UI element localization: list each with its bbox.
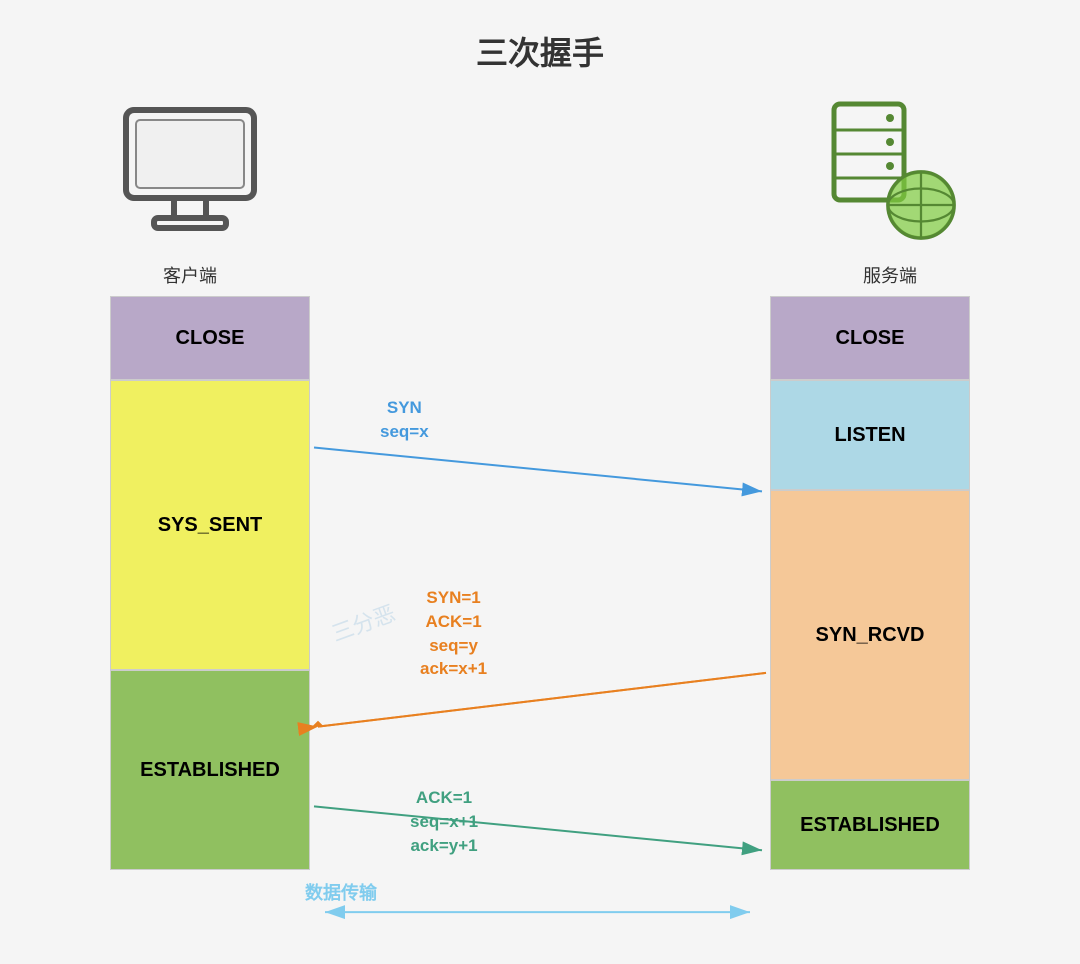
- main-container: 三次握手 客户端: [0, 0, 1080, 964]
- client-established-block: ESTABLISHED: [110, 670, 310, 870]
- server-established-block: ESTABLISHED: [770, 780, 970, 870]
- client-close-block: CLOSE: [110, 296, 310, 380]
- server-close-block: CLOSE: [770, 296, 970, 380]
- server-column: CLOSE LISTEN SYN_RCVD ESTABLISHED: [770, 296, 970, 884]
- diagram: CLOSE SYS_SENT ESTABLISHED CLOSE LISTEN …: [110, 296, 970, 944]
- icons-row: 客户端: [110, 94, 970, 288]
- ack-label: ACK=1 seq=x+1 ack=y+1: [410, 786, 478, 857]
- server-icon: [810, 94, 970, 254]
- server-listen-block: LISTEN: [770, 380, 970, 490]
- syn-label: SYN seq=x: [380, 396, 429, 444]
- server-icon-block: 服务端: [810, 94, 970, 288]
- client-column: CLOSE SYS_SENT ESTABLISHED: [110, 296, 310, 884]
- client-icon-block: 客户端: [110, 94, 270, 288]
- monitor-icon: [110, 94, 270, 254]
- data-label: 数据传输: [305, 881, 377, 906]
- server-syn-rcvd-block: SYN_RCVD: [770, 490, 970, 780]
- client-sys-sent-block: SYS_SENT: [110, 380, 310, 670]
- client-label: 客户端: [163, 262, 217, 288]
- watermark: 三分恶: [327, 596, 400, 649]
- synack-label: SYN=1 ACK=1 seq=y ack=x+1: [420, 586, 487, 681]
- server-label: 服务端: [863, 262, 917, 288]
- page-title: 三次握手: [476, 28, 604, 74]
